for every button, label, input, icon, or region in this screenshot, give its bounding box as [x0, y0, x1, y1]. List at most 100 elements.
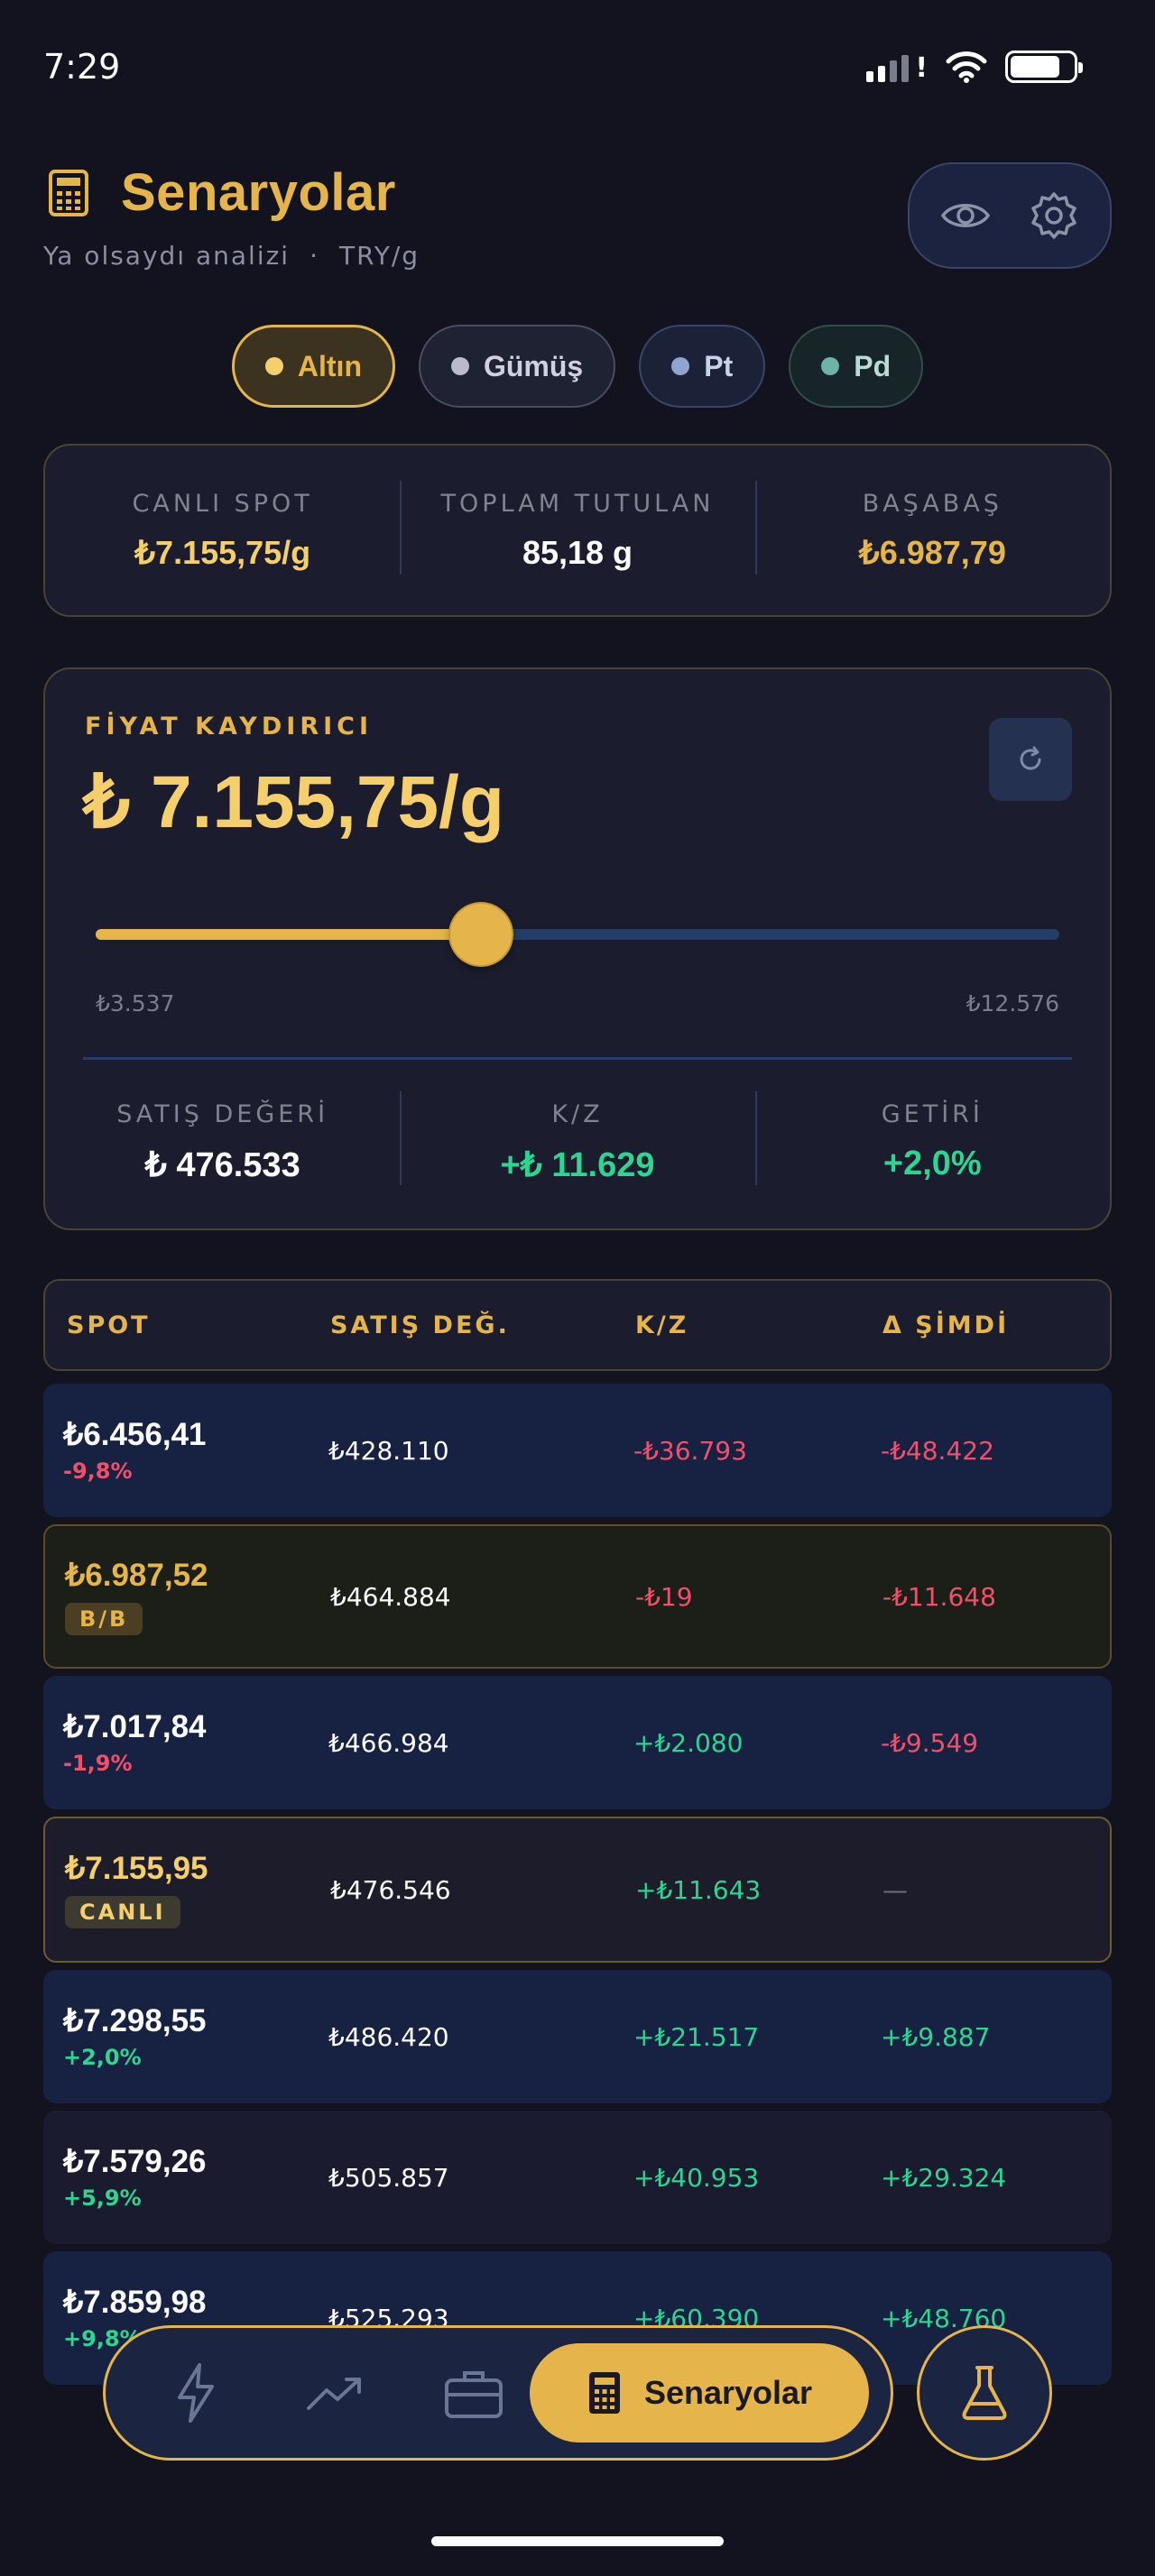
column-header-delta: Δ ŞİMDİ: [882, 1311, 1010, 1339]
nav-item-live[interactable]: [160, 2357, 232, 2429]
row-sale: ₺428.110: [328, 1435, 449, 1466]
column-header-sale: SATIŞ DEĞ.: [330, 1311, 510, 1339]
table-row-live[interactable]: ₺7.155,95 CANLI ₺476.546 +₺11.643 —: [43, 1817, 1112, 1963]
breakeven-badge: B/B: [65, 1603, 143, 1635]
row-pl: -₺36.793: [633, 1435, 747, 1466]
gear-icon[interactable]: [1028, 189, 1080, 242]
live-badge: CANLI: [65, 1896, 180, 1928]
calculator-icon: [49, 169, 88, 216]
row-pct: +5,9%: [63, 2185, 142, 2211]
price-slider[interactable]: [96, 904, 1059, 965]
slider-label: FİYAT KAYDIRICI: [85, 713, 374, 741]
pl-stat: K/Z +₺ 11.629: [400, 1091, 754, 1185]
summary-card: CANLI SPOT ₺7.155,75/g TOPLAM TUTULAN 85…: [43, 444, 1112, 617]
row-delta: -₺48.422: [881, 1435, 994, 1466]
column-header-spot: SPOT: [67, 1311, 151, 1339]
nav-item-portfolio[interactable]: [438, 2357, 510, 2429]
chip-label: Pd: [854, 349, 892, 382]
chip-palladium[interactable]: Pd: [789, 325, 924, 408]
stat-label: CANLI SPOT: [132, 489, 313, 518]
row-delta: —: [882, 1874, 908, 1905]
row-delta: -₺9.549: [881, 1727, 979, 1758]
bottom-nav: Senaryolar: [103, 2325, 893, 2461]
palladium-dot-icon: [821, 357, 840, 375]
row-spot: ₺7.859,98: [63, 2285, 207, 2320]
silver-dot-icon: [450, 357, 469, 375]
breakeven-stat: BAŞABAŞ ₺6.987,79: [754, 480, 1110, 575]
lightning-icon: [178, 2363, 214, 2423]
chip-label: Gümüş: [483, 349, 584, 382]
flask-icon: [962, 2366, 1007, 2420]
total-held-value: 85,18 g: [522, 533, 633, 571]
stat-label: K/Z: [551, 1100, 604, 1128]
column-header-pl: K/Z: [635, 1311, 689, 1339]
calculator-icon: [588, 2372, 620, 2414]
scenario-table-header: SPOT SATIŞ DEĞ. K/Z Δ ŞİMDİ: [43, 1279, 1112, 1371]
row-delta: +₺29.324: [881, 2162, 1007, 2193]
home-indicator: [431, 2536, 724, 2546]
row-spot: ₺7.298,55: [63, 2003, 207, 2038]
row-sale: ₺466.984: [328, 1727, 449, 1758]
total-held-stat: TOPLAM TUTULAN 85,18 g: [400, 480, 754, 575]
row-pct: -9,8%: [63, 1458, 133, 1484]
row-spot: ₺7.017,84: [63, 1709, 207, 1744]
breakeven-value: ₺6.987,79: [858, 533, 1006, 571]
unit-label: TRY/g: [339, 241, 420, 271]
slider-price: ₺ 7.155,75/g: [83, 761, 505, 843]
slider-max-label: ₺12.576: [966, 990, 1059, 1017]
live-spot-stat: CANLI SPOT ₺7.155,75/g: [45, 490, 400, 572]
table-row-breakeven[interactable]: ₺6.987,52 B/B ₺464.884 -₺19 -₺11.648: [43, 1524, 1112, 1669]
lab-button[interactable]: [917, 2325, 1052, 2461]
row-delta: +₺9.887: [881, 2021, 991, 2052]
row-spot: ₺7.579,26: [63, 2144, 207, 2179]
return-stat: GETİRİ +2,0%: [754, 1091, 1110, 1185]
nav-active-label: Senaryolar: [643, 2374, 813, 2411]
chip-label: Altın: [297, 349, 362, 382]
stat-label: SATIŞ DEĞERİ: [116, 1100, 329, 1128]
chip-platinum[interactable]: Pt: [639, 325, 766, 408]
slider-min-label: ₺3.537: [96, 990, 175, 1017]
slider-stats: SATIŞ DEĞERİ ₺ 476.533 K/Z +₺ 11.629 GET…: [45, 1091, 1110, 1185]
header-actions: [908, 162, 1112, 269]
reset-button[interactable]: [989, 718, 1072, 801]
chip-label: Pt: [704, 349, 734, 382]
metal-selector: Altın Gümüş Pt Pd: [0, 325, 1155, 408]
nav-item-trend[interactable]: [299, 2357, 371, 2429]
row-spot: ₺7.155,95: [65, 1851, 208, 1886]
chip-silver[interactable]: Gümüş: [418, 325, 616, 408]
pl-value: +₺ 11.629: [500, 1146, 655, 1184]
nav-item-scenarios[interactable]: Senaryolar: [530, 2343, 869, 2443]
divider: [83, 1057, 1072, 1060]
stat-label: BAŞABAŞ: [862, 489, 1003, 518]
return-value: +2,0%: [882, 1145, 982, 1182]
table-row[interactable]: ₺7.017,84 -1,9% ₺466.984 +₺2.080 -₺9.549: [43, 1676, 1112, 1809]
row-pl: +₺11.643: [635, 1874, 762, 1905]
table-row[interactable]: ₺6.456,41 -9,8% ₺428.110 -₺36.793 -₺48.4…: [43, 1384, 1112, 1517]
status-time: 7:29: [43, 47, 121, 87]
chip-gold[interactable]: Altın: [231, 325, 395, 408]
row-sale: ₺486.420: [328, 2021, 449, 2052]
slider-thumb[interactable]: [450, 904, 513, 965]
row-pl: +₺40.953: [633, 2162, 760, 2193]
eye-icon[interactable]: [939, 189, 992, 242]
subtitle-separator: ·: [310, 241, 319, 271]
row-sale: ₺505.857: [328, 2162, 449, 2193]
stat-label: GETİRİ: [881, 1100, 984, 1128]
battery-icon: [1005, 51, 1083, 83]
subtitle-text: Ya olsaydı analizi: [43, 241, 291, 271]
row-pl: -₺19: [635, 1581, 693, 1612]
table-row[interactable]: ₺7.298,55 +2,0% ₺486.420 +₺21.517 +₺9.88…: [43, 1970, 1112, 2103]
briefcase-icon: [445, 2371, 503, 2418]
signal-icon: !: [866, 51, 928, 82]
gold-dot-icon: [264, 357, 283, 375]
row-pct: +2,0%: [63, 2045, 142, 2070]
stat-label: TOPLAM TUTULAN: [440, 489, 715, 518]
row-pl: +₺2.080: [633, 1727, 744, 1758]
row-spot: ₺6.456,41: [63, 1417, 207, 1452]
trend-icon: [307, 2378, 361, 2410]
table-row[interactable]: ₺7.579,26 +5,9% ₺505.857 +₺40.953 +₺29.3…: [43, 2111, 1112, 2244]
wifi-icon: [946, 51, 987, 83]
row-pl: +₺21.517: [633, 2021, 760, 2052]
platinum-dot-icon: [671, 357, 690, 375]
page-title: Senaryolar: [121, 163, 396, 222]
